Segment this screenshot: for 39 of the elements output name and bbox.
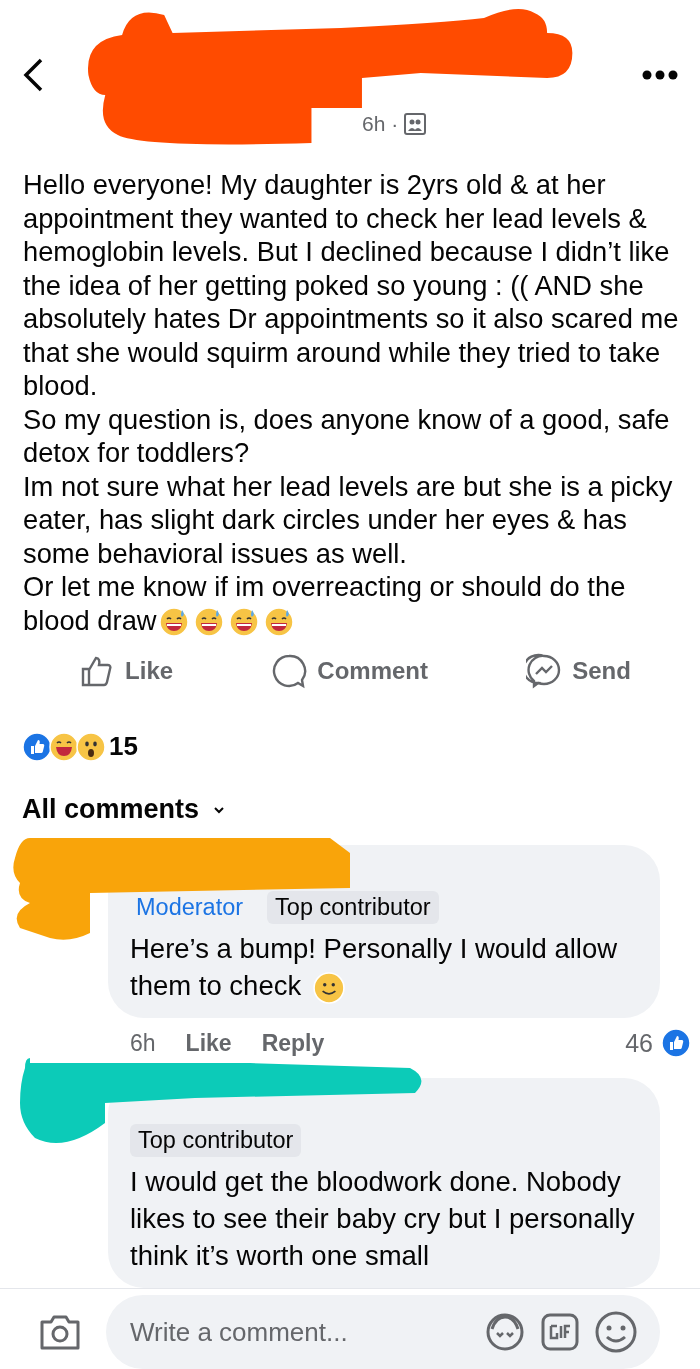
chevron-down-icon (213, 805, 226, 814)
laughing-reaction-icon (49, 731, 79, 762)
comment-text: Here’s a bump! Personally I would allow them to check (130, 932, 619, 1005)
post-paragraph: So my question is, does anyone know of a good, safe detox for toddlers? (23, 402, 671, 470)
comment-field[interactable]: Write a comment... (106, 1295, 660, 1369)
post-paragraph: Or let me know if im overreacting or should do the blood draw (23, 570, 627, 638)
gif-button[interactable] (540, 1312, 580, 1353)
surprised-reaction-icon (76, 731, 106, 762)
speech-bubble-icon (271, 653, 308, 690)
like-button[interactable]: Like (75, 649, 178, 694)
more-options-button[interactable] (642, 70, 678, 80)
separator-dot: · (391, 112, 399, 136)
comment-time: 6h (130, 1029, 156, 1057)
post-paragraph: Im not sure what her lead levels are but she is a picky eater, has slight dark circles under her eyes & has some behavioral issues as well. (23, 469, 674, 570)
messenger-icon (526, 653, 563, 690)
grinning-sweat-emoji-icon (158, 607, 189, 638)
grinning-sweat-emoji-icon (263, 607, 294, 638)
camera-button[interactable] (38, 1313, 82, 1352)
grinning-sweat-emoji-icon (193, 607, 224, 638)
reply-link[interactable]: Reply (261, 1029, 325, 1057)
reaction-count: 15 (109, 731, 138, 763)
contributor-tag: Top contributor (130, 1124, 302, 1158)
back-button[interactable] (22, 58, 44, 92)
post-time: 6h (362, 112, 386, 136)
comment-like-count: 46 (625, 1028, 653, 1058)
emoji-button[interactable] (594, 1310, 638, 1355)
comments-filter-dropdown[interactable]: All comments (22, 794, 226, 826)
grinning-sweat-emoji-icon (228, 607, 259, 638)
thumbs-up-reaction-icon (22, 731, 52, 762)
comment-button[interactable]: Comment (267, 649, 432, 694)
send-button[interactable]: Send (522, 649, 635, 694)
group-icon (404, 113, 427, 135)
contributor-tag: Top contributor (267, 891, 439, 925)
comment-input-field[interactable]: Write a comment... (128, 1315, 470, 1349)
comment-text: I would get the bloodwork done. Nobody likes to see their baby cry but I personally think it’s worth one small (130, 1165, 636, 1274)
role-label: Moderator (135, 893, 245, 923)
post-paragraph: Hello everyone! My daughter is 2yrs old & at her appointment they wanted to check her lead levels & hemoglobin levels. But I declined because I didn’t like the idea of her getting poked so young : (( AND she absolutely hates Dr appointments so it also scared me that she would squirm around while they tried to take blood. (23, 168, 680, 403)
like-reaction-icon (661, 1028, 691, 1059)
like-link[interactable]: Like (185, 1029, 232, 1057)
